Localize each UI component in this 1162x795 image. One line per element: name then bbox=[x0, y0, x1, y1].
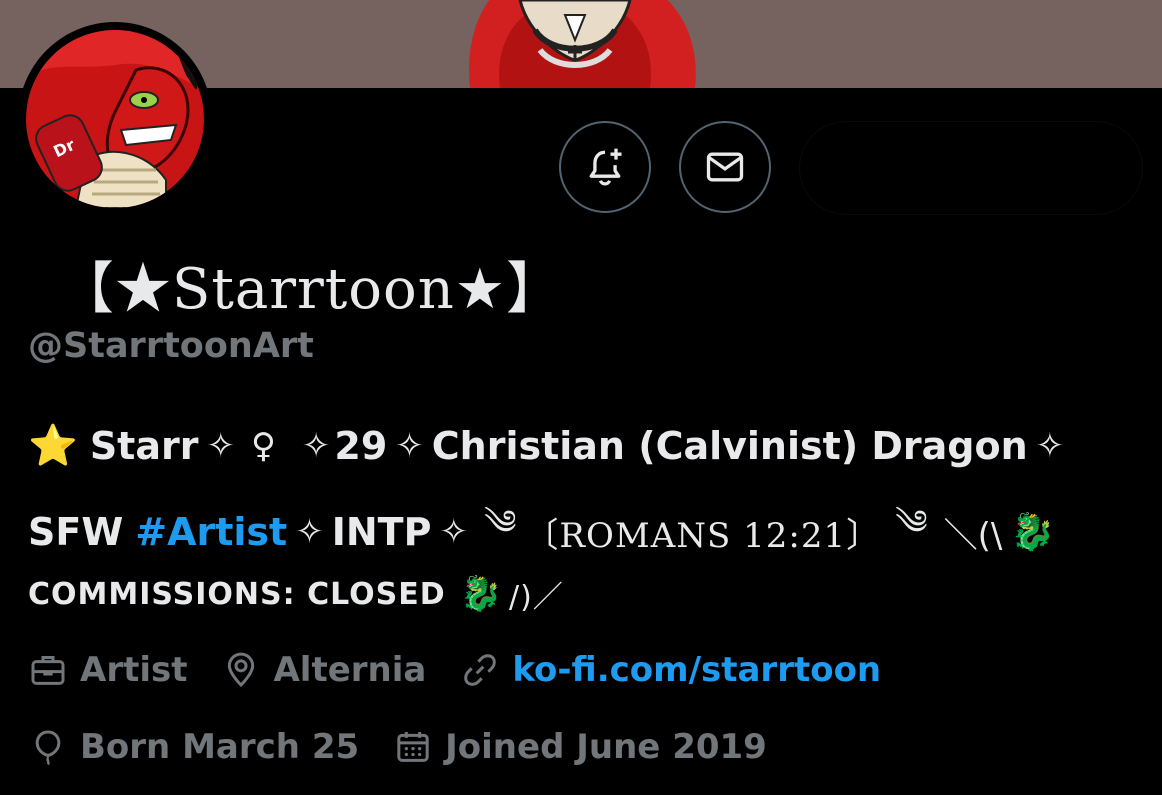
slash-decoration: /)／ bbox=[509, 580, 564, 615]
map-pin-icon bbox=[228, 652, 255, 688]
wind-glyph-right: ༄ bbox=[895, 503, 928, 543]
bio-age: 29 bbox=[334, 423, 388, 468]
envelope-icon bbox=[706, 152, 744, 182]
notifications-button[interactable] bbox=[559, 121, 651, 213]
balloon-icon bbox=[35, 730, 61, 766]
commissions-label: COMMISSIONS: CLOSED bbox=[28, 576, 446, 612]
birthday-label: Born March 25 bbox=[80, 727, 360, 767]
link-icon bbox=[464, 654, 497, 686]
location-label: Alternia bbox=[273, 650, 427, 690]
calendar-icon bbox=[397, 732, 429, 762]
bio-description: Christian (Calvinist) Dragon bbox=[431, 423, 1028, 468]
display-name: 【★Starrtoon★】 bbox=[58, 257, 563, 322]
sparkle-icon: ✧ bbox=[439, 512, 468, 552]
follow-button-redacted bbox=[814, 128, 1128, 208]
avatar-image: Dr bbox=[26, 30, 204, 208]
bio-name: Starr bbox=[89, 423, 199, 468]
location: Alternia bbox=[221, 650, 426, 690]
sparkle-icon: ✧ bbox=[395, 425, 424, 466]
commissions-status: COMMISSIONS: CLOSED 🐉 /)／ bbox=[28, 572, 564, 616]
bio-sfw: SFW bbox=[28, 510, 124, 554]
message-button[interactable] bbox=[679, 121, 771, 213]
bio-mbti: INTP bbox=[331, 510, 432, 554]
dragon-emoji: 🐉 bbox=[459, 574, 503, 614]
wind-glyph-left: ༄ bbox=[483, 503, 517, 543]
female-symbol: ♀ bbox=[250, 425, 276, 466]
follow-button[interactable] bbox=[800, 122, 1142, 214]
profession: Artist bbox=[28, 650, 187, 690]
avatar[interactable]: Dr bbox=[18, 22, 212, 216]
sparkle-icon: ✧ bbox=[301, 425, 331, 466]
bible-verse: 〔ROMANS 12:21〕 bbox=[524, 515, 882, 556]
profile-meta-row-2: Born March 25 Joined June 2019 bbox=[28, 727, 801, 767]
birthday: Born March 25 bbox=[28, 727, 359, 767]
profile-meta-row-1: Artist Alternia ko-fi.com/starrtoon bbox=[28, 650, 915, 690]
website-link[interactable]: ko-fi.com/starrtoon bbox=[512, 650, 881, 690]
banner-artwork bbox=[469, 0, 696, 88]
bio-line-2: SFW #Artist ✧ INTP ✧ ༄ 〔ROMANS 12:21〕 ༄ … bbox=[28, 484, 1055, 580]
dragon-emoji: 🐉 bbox=[1010, 512, 1056, 553]
sparkle-icon: ✧ bbox=[295, 512, 324, 552]
handle: @StarrtoonArt bbox=[28, 326, 314, 366]
bio-line-1: ⭐ Starr ✧ ♀ ✧ 29 ✧ Christian (Calvinist)… bbox=[28, 422, 1072, 469]
bell-plus-icon bbox=[589, 148, 622, 186]
joined-label: Joined June 2019 bbox=[445, 727, 767, 767]
hashtag-link[interactable]: #Artist bbox=[135, 510, 287, 554]
profession-label: Artist bbox=[80, 650, 188, 690]
sparkle-icon: ✧ bbox=[1035, 425, 1065, 466]
joined-date: Joined June 2019 bbox=[393, 727, 767, 767]
star-emoji: ⭐ bbox=[28, 423, 78, 469]
website[interactable]: ko-fi.com/starrtoon bbox=[460, 650, 881, 690]
sparkle-icon: ✧ bbox=[206, 425, 235, 466]
briefcase-icon bbox=[31, 656, 65, 685]
slash-decoration: ＼(\ bbox=[943, 515, 1003, 556]
